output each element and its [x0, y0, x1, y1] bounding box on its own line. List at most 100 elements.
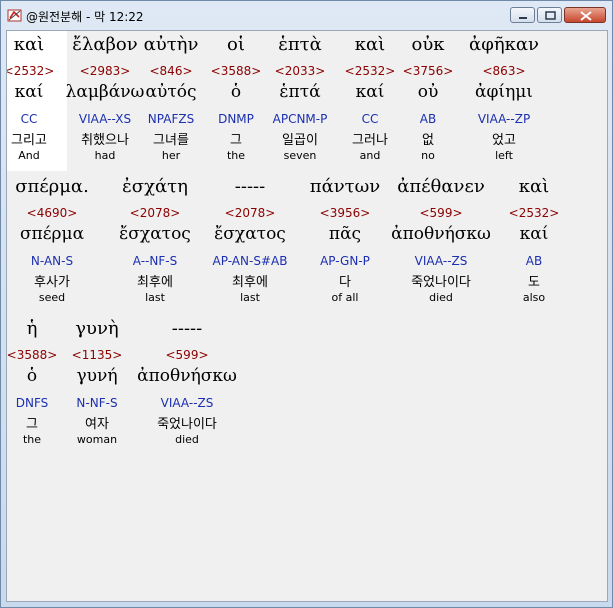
word-strong: <2078> — [224, 206, 276, 220]
word-korean: 그녀를 — [153, 133, 189, 148]
word-word[interactable]: ----- — [172, 318, 202, 339]
word-strong: <2532> — [344, 64, 396, 78]
word-word[interactable]: ἡ — [27, 318, 38, 339]
maximize-icon — [545, 11, 556, 20]
word-korean: 취했으나 — [81, 133, 129, 148]
word-strong: <3588> — [210, 64, 262, 78]
word-korean: 그리고 — [11, 133, 47, 148]
word-korean: 었고 — [492, 133, 516, 148]
word-strong: <3588> — [6, 348, 58, 362]
word-morph: N-AN-S — [30, 254, 74, 268]
word-strong: <3756> — [402, 64, 454, 78]
word-lemma: σπέρμα — [19, 224, 85, 244]
word-korean: 다 — [339, 275, 351, 290]
word-korean: 그 — [230, 133, 242, 148]
close-icon — [580, 11, 592, 21]
maximize-button[interactable] — [537, 7, 562, 23]
word-korean: 후사가 — [34, 275, 70, 290]
word-strong: <2532> — [6, 64, 55, 78]
word-korean: 그 — [26, 417, 38, 432]
word-morph: VIAA--ZS — [160, 396, 214, 410]
word-morph: VIAA--ZS — [414, 254, 468, 268]
word-lemma: ὁ — [230, 82, 242, 102]
word-lemma: οὐ — [417, 82, 439, 102]
word-lemma: ἑπτά — [279, 82, 321, 102]
window-controls — [510, 7, 606, 23]
word-lemma: καί — [519, 224, 549, 244]
word-strong: <2532> — [508, 206, 560, 220]
word-korean: 없 — [422, 133, 434, 148]
word-strong: <2983> — [79, 64, 131, 78]
word-lemma: γυνή — [76, 366, 118, 386]
word-morph: AP-AN-S#AB — [212, 254, 288, 268]
word-lemma: αὐτός — [145, 82, 197, 102]
word-korean: 죽었나이다 — [411, 275, 471, 290]
word-english: of all — [331, 291, 359, 304]
word-english: the — [22, 433, 42, 446]
word-lemma: ἔσχατος — [214, 224, 286, 244]
word-korean: 일곱이 — [282, 133, 318, 148]
word-word[interactable]: ἑπτὰ — [278, 34, 322, 55]
word-strong: <599> — [165, 348, 209, 362]
word-lemma: ἔσχατος — [119, 224, 191, 244]
word-korean: 여자 — [85, 417, 109, 432]
word-morph: A--NF-S — [132, 254, 178, 268]
word-morph: AP-GN-P — [320, 254, 370, 268]
word-english: died — [175, 433, 199, 446]
word-strong: <599> — [419, 206, 463, 220]
word-strong: <2033> — [274, 64, 326, 78]
word-english: seven — [283, 149, 317, 162]
app-book-icon — [7, 8, 22, 23]
word-english: died — [429, 291, 453, 304]
word-lemma: ἀποθνήσκω — [137, 366, 237, 386]
word-word[interactable]: γυνὴ — [75, 318, 118, 339]
word-word[interactable]: ----- — [235, 176, 265, 197]
word-english: and — [359, 149, 381, 162]
word-word[interactable]: αὐτὴν — [144, 34, 199, 55]
word-korean: 죽었나이다 — [157, 417, 217, 432]
app-window: @원전분해 - 막 12:22 καὶ <2532> καί CC 그리고 And ἔλαβ… — [0, 0, 613, 608]
word-word[interactable]: πάντων — [310, 176, 381, 197]
word-english: had — [94, 149, 116, 162]
word-word[interactable]: καὶ — [14, 34, 44, 55]
word-word[interactable]: ἀπέθανεν — [397, 176, 485, 197]
word-word[interactable]: οἱ — [227, 34, 245, 55]
word-lemma: λαμβάνω — [65, 82, 145, 102]
word-english: her — [161, 149, 181, 162]
word-lemma: ἀποθνήσκω — [391, 224, 491, 244]
word-strong: <863> — [482, 64, 526, 78]
word-word[interactable]: καὶ — [519, 176, 549, 197]
word-morph: CC — [361, 112, 379, 126]
word-word[interactable]: ἐσχάτη — [122, 176, 188, 197]
word-lemma: ὁ — [26, 366, 38, 386]
minimize-button[interactable] — [510, 7, 535, 23]
word-strong: <3956> — [319, 206, 371, 220]
word-english: left — [495, 149, 513, 162]
word-morph: AB — [525, 254, 543, 268]
word-korean: 그러나 — [352, 133, 388, 148]
word-morph: VIAA--ZP — [477, 112, 531, 126]
word-word[interactable]: καὶ — [355, 34, 385, 55]
word-lemma: καί — [14, 82, 44, 102]
word-lemma: καί — [355, 82, 385, 102]
word-word[interactable]: σπέρμα. — [15, 176, 89, 197]
word-strong: <1135> — [71, 348, 123, 362]
word-korean: 최후에 — [232, 275, 268, 290]
parse-view: καὶ <2532> καί CC 그리고 And ἔλαβον <2983> λαμβάνω V… — [6, 30, 608, 602]
word-word[interactable]: ἀφῆκαν — [469, 34, 539, 55]
close-button[interactable] — [564, 7, 606, 23]
word-morph: VIAA--XS — [78, 112, 132, 126]
word-english: the — [226, 149, 246, 162]
word-word[interactable]: ἔλαβον — [72, 34, 137, 55]
word-english: And — [18, 149, 40, 162]
word-english: last — [240, 291, 260, 304]
minimize-icon — [519, 17, 527, 19]
title-bar[interactable]: @원전분해 - 막 12:22 — [1, 1, 612, 30]
word-morph: DNMP — [218, 112, 254, 126]
word-morph: APCNM-P — [272, 112, 328, 126]
word-english: woman — [76, 433, 118, 446]
word-english: also — [522, 291, 546, 304]
word-strong: <846> — [149, 64, 193, 78]
word-korean: 최후에 — [137, 275, 173, 290]
word-word[interactable]: οὐκ — [411, 34, 444, 55]
